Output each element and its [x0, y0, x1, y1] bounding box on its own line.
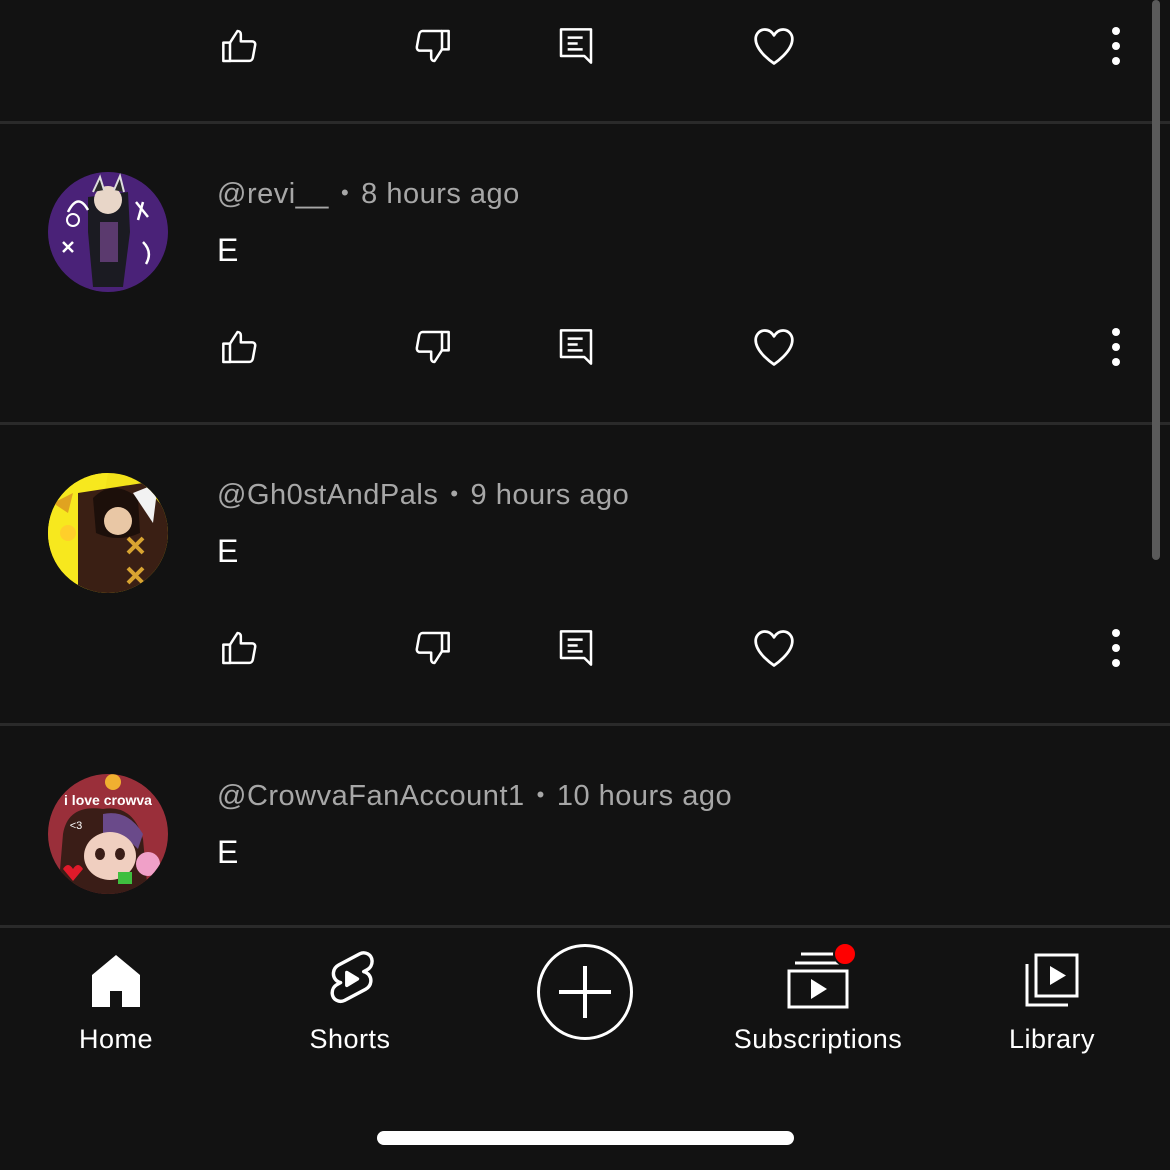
more-options-button[interactable]: [1086, 317, 1146, 377]
more-vertical-icon: [1112, 629, 1120, 667]
heart-icon: [754, 28, 794, 65]
notification-dot: [833, 942, 857, 966]
comment-time: 9 hours ago: [470, 479, 630, 511]
reply-icon: [559, 28, 593, 64]
comment-time: 8 hours ago: [361, 178, 520, 210]
more-options-button[interactable]: [1086, 618, 1146, 678]
nav-shorts[interactable]: Shorts: [250, 946, 450, 1056]
comment-actions: [0, 618, 1170, 698]
comment-item: i love crowva <3 @CrowvaFanAccount1 • 10 h…: [0, 774, 1170, 925]
dislike-button[interactable]: [402, 618, 462, 678]
avatar-caption-heart: <3: [70, 820, 83, 832]
comment-text: E: [217, 834, 239, 870]
comment-meta: @Gh0stAndPals • 9 hours ago: [217, 479, 629, 512]
comment-text: E: [217, 232, 239, 268]
nav-library[interactable]: Library: [952, 946, 1152, 1056]
nav-home[interactable]: Home: [16, 946, 216, 1056]
nav-subscriptions[interactable]: Subscriptions: [718, 942, 918, 1056]
avatar-caption: i love crowva: [64, 792, 152, 808]
shorts-icon: [330, 951, 374, 1004]
comment-meta: @CrowvaFanAccount1 • 10 hours ago: [217, 780, 732, 813]
create-button[interactable]: [537, 944, 633, 1040]
comment-actions: [0, 317, 1170, 397]
home-icon: [92, 955, 140, 1007]
heart-button[interactable]: [744, 618, 804, 678]
avatar[interactable]: [48, 473, 168, 593]
more-vertical-icon: [1112, 328, 1120, 366]
comment-actions: [0, 16, 1170, 96]
thumbs-up-icon: [222, 631, 257, 665]
reply-button[interactable]: [546, 317, 606, 377]
heart-icon: [754, 329, 794, 366]
dislike-button[interactable]: [402, 317, 462, 377]
reply-icon: [559, 630, 593, 666]
comment-item: @Gh0stAndPals • 9 hours ago E: [0, 473, 1170, 773]
nav-library-label: Library: [1008, 1024, 1096, 1054]
comment-author[interactable]: @Gh0stAndPals: [217, 479, 438, 511]
like-button[interactable]: [210, 618, 270, 678]
reply-button[interactable]: [546, 618, 606, 678]
avatar-image: i love crowva <3: [48, 774, 168, 894]
heart-button[interactable]: [744, 16, 804, 76]
avatar-image: [48, 473, 168, 593]
divider: [0, 121, 1170, 124]
meta-separator: •: [340, 180, 350, 205]
nav-subscriptions-label: Subscriptions: [733, 1024, 903, 1054]
thumbs-down-icon: [415, 330, 450, 364]
like-button[interactable]: [210, 317, 270, 377]
thumbs-up-icon: [222, 330, 257, 364]
comments-feed[interactable]: @revi__ • 8 hours ago E @Gh0stAndPals • …: [0, 0, 1170, 925]
comment-text: E: [217, 533, 239, 569]
divider: [0, 422, 1170, 425]
reply-icon: [559, 329, 593, 365]
more-vertical-icon: [1112, 27, 1120, 65]
comment-time: 10 hours ago: [556, 780, 733, 812]
thumbs-down-icon: [415, 631, 450, 665]
comment-meta: @revi__ • 8 hours ago: [217, 178, 520, 211]
comment-author[interactable]: @CrowvaFanAccount1: [217, 780, 525, 812]
avatar-image: [48, 172, 168, 292]
avatar[interactable]: [48, 172, 168, 292]
nav-shorts-label: Shorts: [309, 1024, 391, 1054]
scrollbar[interactable]: [1152, 0, 1160, 560]
nav-home-label: Home: [78, 1024, 154, 1054]
heart-button[interactable]: [744, 317, 804, 377]
home-indicator[interactable]: [377, 1131, 794, 1145]
plus-icon: [559, 966, 611, 1018]
heart-icon: [754, 630, 794, 667]
comment-item: @revi__ • 8 hours ago E: [0, 172, 1170, 472]
like-button[interactable]: [210, 16, 270, 76]
thumbs-up-icon: [222, 29, 257, 63]
comment-author[interactable]: @revi__: [217, 178, 329, 210]
thumbs-down-icon: [415, 29, 450, 63]
meta-separator: •: [450, 481, 459, 506]
library-icon: [1025, 953, 1079, 1007]
dislike-button[interactable]: [402, 16, 462, 76]
meta-separator: •: [536, 782, 545, 807]
divider: [0, 723, 1170, 726]
reply-button[interactable]: [546, 16, 606, 76]
avatar[interactable]: i love crowva <3: [48, 774, 168, 894]
more-options-button[interactable]: [1086, 16, 1146, 76]
